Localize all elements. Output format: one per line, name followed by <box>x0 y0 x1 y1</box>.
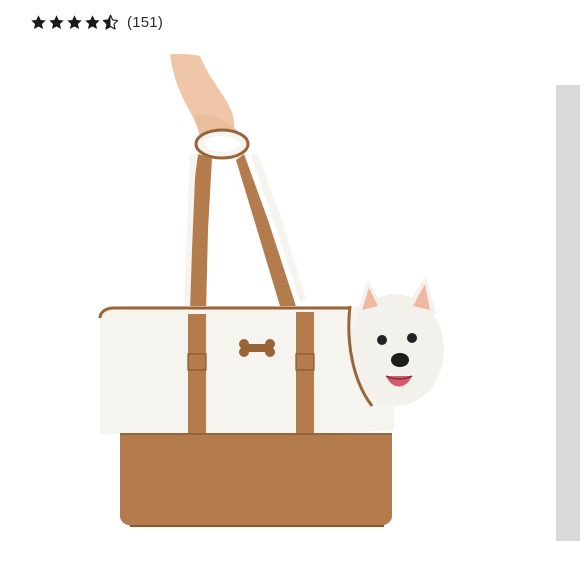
side-scroll-strip[interactable] <box>556 85 580 541</box>
rating-summary[interactable]: (151) <box>30 10 163 34</box>
star-full-icon <box>67 14 82 29</box>
dog-icon <box>347 276 444 407</box>
handle-wrap <box>194 128 250 160</box>
star-full-icon <box>85 14 100 29</box>
product-image[interactable] <box>60 50 480 550</box>
star-full-icon <box>31 14 46 29</box>
pet-carrier-illustration <box>98 54 444 527</box>
star-full-icon <box>49 14 64 29</box>
review-count[interactable]: (151) <box>127 14 163 31</box>
star-half-icon <box>102 14 119 30</box>
star-rating <box>30 14 119 31</box>
